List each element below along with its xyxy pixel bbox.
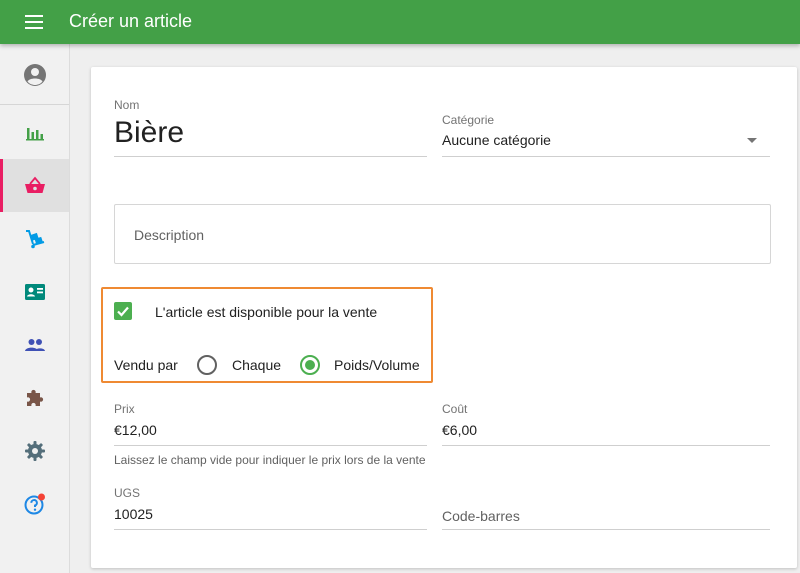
name-underline — [114, 156, 427, 157]
sidebar-item-account[interactable] — [0, 48, 69, 101]
sidebar-item-inventory[interactable] — [0, 212, 69, 265]
sidebar-item-customers[interactable] — [0, 318, 69, 371]
sold-by-weight-radio[interactable] — [300, 355, 320, 375]
sidebar-item-employees[interactable] — [0, 265, 69, 318]
sidebar-item-reports[interactable] — [0, 106, 69, 159]
sku-input[interactable]: 10025 — [114, 506, 153, 522]
sku-label: UGS — [114, 486, 141, 500]
puzzle-icon — [26, 389, 43, 406]
price-hint: Laissez le champ vide pour indiquer le p… — [114, 453, 426, 467]
sold-by-weight-label[interactable]: Poids/Volume — [334, 357, 420, 373]
sidebar-item-items[interactable] — [0, 159, 69, 212]
barcode-underline — [442, 529, 770, 530]
sidebar-divider — [0, 104, 69, 105]
basket-icon — [24, 176, 45, 193]
hand-truck-icon — [25, 229, 44, 248]
category-underline — [442, 156, 770, 157]
help-icon — [24, 493, 45, 514]
sold-by-label: Vendu par — [114, 357, 178, 373]
price-underline — [114, 445, 427, 446]
bar-chart-icon — [25, 127, 44, 140]
badge-icon — [24, 283, 45, 300]
item-form-card: Nom Bière Catégorie Aucune catégorie Des… — [91, 67, 797, 568]
name-input[interactable]: Bière — [114, 116, 184, 150]
cost-input[interactable]: €6,00 — [442, 422, 477, 438]
gear-icon — [24, 440, 45, 461]
page-title: Créer un article — [69, 11, 193, 31]
name-label: Nom — [114, 98, 140, 112]
category-label: Catégorie — [442, 113, 495, 127]
menu-icon[interactable] — [22, 12, 46, 32]
chevron-down-icon[interactable] — [747, 138, 757, 143]
sold-by-each-label[interactable]: Chaque — [232, 357, 281, 373]
cost-underline — [442, 445, 770, 446]
price-label: Prix — [114, 402, 135, 416]
people-icon — [24, 338, 45, 351]
description-placeholder: Description — [134, 227, 205, 243]
sidebar-item-settings[interactable] — [0, 424, 69, 477]
checkmark-icon — [117, 306, 129, 317]
category-select[interactable]: Aucune catégorie — [442, 132, 551, 148]
available-label: L'article est disponible pour la vente — [155, 304, 378, 320]
sidebar-item-help[interactable] — [0, 477, 69, 530]
top-app-bar: Créer un article — [0, 0, 800, 44]
sku-underline — [114, 529, 427, 530]
account-circle-icon — [23, 63, 46, 86]
available-checkbox[interactable] — [114, 302, 132, 320]
sidebar-item-integrations[interactable] — [0, 371, 69, 424]
sidebar — [0, 44, 70, 573]
price-input[interactable]: €12,00 — [114, 422, 157, 438]
barcode-input[interactable]: Code-barres — [442, 508, 520, 524]
sold-by-each-radio[interactable] — [197, 355, 217, 375]
description-field[interactable]: Description — [114, 204, 771, 264]
cost-label: Coût — [442, 402, 468, 416]
